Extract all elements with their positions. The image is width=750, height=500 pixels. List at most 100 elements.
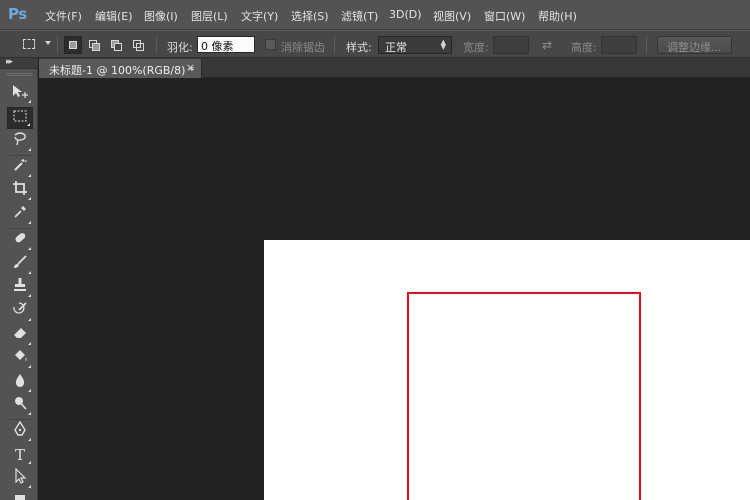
tool-preset-picker[interactable] — [20, 36, 38, 52]
move-icon — [13, 85, 28, 98]
rectangular-marquee-icon — [23, 39, 35, 49]
tool-flyout-indicator — [28, 197, 31, 200]
menu-type[interactable]: 文字(Y) — [241, 8, 278, 24]
history-brush-icon — [13, 302, 27, 314]
photoshop-logo: Ps — [8, 5, 27, 23]
clone-stamp-tool[interactable] — [7, 277, 33, 299]
tool-flyout-indicator — [28, 174, 31, 177]
swap-arrows-icon[interactable]: ⇄ — [542, 38, 552, 52]
antialias-label: 消除锯齿 — [281, 41, 325, 54]
add-to-selection-button[interactable] — [85, 36, 103, 54]
add-selection-icon-overlay — [92, 43, 100, 51]
tool-divider — [6, 155, 32, 156]
menu-select[interactable]: 选择(S) — [291, 8, 329, 24]
updown-chevron-icon: ▲ ▼ — [440, 38, 446, 51]
bandage-icon — [15, 233, 26, 243]
path-selection-tool[interactable] — [7, 467, 33, 490]
subtract-selection-icon-overlay — [114, 43, 122, 51]
menu-window[interactable]: 窗口(W) — [484, 8, 525, 24]
tool-divider — [6, 419, 32, 420]
double-chevron-right-icon[interactable]: ▸▸ — [6, 57, 13, 67]
width-label: 宽度: — [463, 41, 489, 54]
history-brush-tool[interactable] — [7, 301, 33, 323]
subtract-from-selection-button[interactable] — [107, 36, 125, 54]
shape-icon — [15, 495, 25, 500]
new-selection-button[interactable] — [64, 36, 82, 54]
antialias-checkbox[interactable] — [265, 39, 276, 50]
healing-brush-tool[interactable] — [7, 230, 33, 252]
type-icon: T — [14, 446, 25, 464]
options-divider — [156, 36, 157, 54]
menu-help[interactable]: 帮助(H) — [538, 8, 577, 24]
stamp-icon — [14, 278, 26, 291]
tool-flyout-indicator — [28, 271, 31, 274]
magic-wand-icon — [14, 159, 27, 171]
menu-image[interactable]: 图像(I) — [144, 8, 178, 24]
menu-view[interactable]: 视图(V) — [433, 8, 471, 24]
eyedropper-tool[interactable] — [7, 204, 33, 226]
tool-flyout-indicator — [28, 412, 31, 415]
style-label: 样式: — [346, 41, 372, 54]
selection-rectangle[interactable] — [407, 292, 641, 500]
eraser-tool[interactable] — [7, 325, 33, 347]
intersect-selection-button[interactable] — [129, 36, 147, 54]
height-label: 高度: — [571, 41, 597, 54]
document-tab-title: 未标题-1 @ 100%(RGB/8) * — [49, 64, 195, 77]
options-divider — [57, 36, 58, 54]
paint-bucket-tool[interactable] — [7, 348, 33, 370]
shape-tool[interactable] — [7, 491, 33, 500]
tool-flyout-indicator — [28, 342, 31, 345]
tools-panel: ▸▸ T — [0, 57, 38, 500]
options-divider — [334, 36, 335, 54]
options-bar: 羽化: 0 像素 消除锯齿 样式: 正常 ▲ ▼ 宽度: ⇄ 高度: 调整边缘..… — [0, 30, 750, 58]
close-icon[interactable]: × — [186, 61, 195, 74]
menu-file[interactable]: 文件(F) — [45, 8, 82, 24]
tool-flyout-indicator — [28, 389, 31, 392]
move-tool[interactable] — [7, 83, 33, 105]
rectangular-marquee-icon — [13, 110, 27, 122]
eyedropper-icon — [14, 206, 26, 218]
menu-filter[interactable]: 滤镜(T) — [341, 8, 378, 24]
tool-flyout-indicator — [28, 485, 31, 488]
magic-wand-tool[interactable] — [7, 157, 33, 179]
pen-icon — [14, 420, 26, 436]
lasso-icon — [14, 132, 26, 146]
menu-layer[interactable]: 图层(L) — [191, 8, 228, 24]
brush-icon — [14, 255, 27, 268]
tool-flyout-indicator — [28, 365, 31, 368]
chevron-down-icon[interactable] — [45, 41, 51, 45]
tool-flyout-indicator — [28, 318, 31, 321]
crop-icon — [13, 181, 27, 195]
dodge-tool[interactable] — [7, 395, 33, 417]
pen-tool[interactable] — [7, 420, 33, 443]
style-select-value: 正常 — [385, 41, 407, 54]
brush-tool[interactable] — [7, 254, 33, 276]
tool-flyout-indicator — [28, 438, 31, 441]
tool-divider — [6, 228, 32, 229]
crop-tool[interactable] — [7, 180, 33, 202]
intersect-selection-icon-overlay — [136, 43, 144, 51]
style-select[interactable]: 正常 ▲ ▼ — [378, 36, 452, 54]
menu-edit[interactable]: 编辑(E) — [95, 8, 133, 24]
width-input[interactable] — [493, 36, 529, 54]
document-tab-strip: 未标题-1 @ 100%(RGB/8) * × — [39, 58, 750, 78]
tool-flyout-indicator — [27, 123, 30, 126]
tool-flyout-indicator — [28, 100, 31, 103]
marquee-tool[interactable] — [7, 107, 33, 129]
menu-3d[interactable]: 3D(D) — [389, 8, 422, 21]
tool-flyout-indicator — [28, 461, 31, 464]
water-drop-icon — [15, 374, 25, 387]
tool-flyout-indicator — [28, 247, 31, 250]
dodge-icon — [15, 397, 27, 410]
type-tool[interactable]: T — [7, 444, 33, 466]
document-tab[interactable]: 未标题-1 @ 100%(RGB/8) * × — [39, 59, 202, 78]
blur-tool[interactable] — [7, 372, 33, 394]
path-selection-icon — [15, 467, 27, 484]
height-input[interactable] — [601, 36, 637, 54]
lasso-tool[interactable] — [7, 131, 33, 153]
panel-grip[interactable] — [6, 73, 32, 76]
tool-flyout-indicator — [28, 294, 31, 297]
feather-label: 羽化: — [167, 41, 193, 54]
feather-input[interactable]: 0 像素 — [197, 36, 255, 53]
refine-edge-button[interactable]: 调整边缘... — [657, 36, 732, 54]
